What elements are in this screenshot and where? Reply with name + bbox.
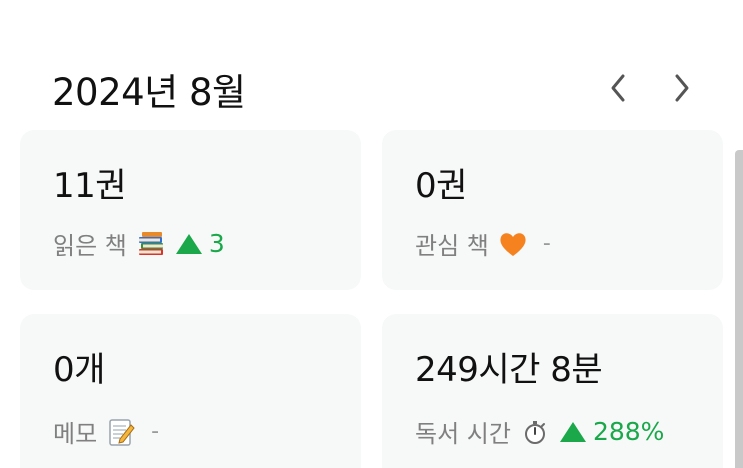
memo-icon bbox=[105, 417, 137, 447]
books-read-trend-value: 3 bbox=[208, 229, 225, 258]
stopwatch-icon bbox=[519, 417, 551, 447]
orange-heart-icon bbox=[497, 229, 529, 259]
reading-time-label: 독서 시간 bbox=[415, 420, 511, 448]
scrollbar[interactable] bbox=[735, 150, 743, 468]
chevron-right-icon bbox=[675, 74, 689, 102]
memos-trend: - bbox=[151, 419, 160, 444]
trend-up-icon bbox=[175, 233, 202, 254]
books-icon bbox=[135, 229, 167, 259]
books-read-count: 11권 bbox=[53, 166, 127, 206]
books-read-label: 읽은 책 bbox=[53, 232, 127, 260]
next-month-button[interactable] bbox=[668, 68, 696, 108]
interested-books-trend: - bbox=[542, 231, 551, 256]
reading-time-trend-value: 288% bbox=[592, 417, 665, 446]
interested-books-card[interactable]: 0권 관심 책 - bbox=[382, 130, 723, 290]
interested-books-label-row: 관심 책 - bbox=[415, 226, 551, 261]
monthly-reading-stats: 2024년 8월 11권 읽은 책 3 0권 관심 책 - 0개 메모 - 24… bbox=[0, 0, 743, 468]
books-read-card[interactable]: 11권 읽은 책 3 bbox=[20, 130, 361, 290]
memos-label-row: 메모 - bbox=[53, 414, 159, 449]
books-read-label-row: 읽은 책 3 bbox=[53, 226, 225, 261]
interested-books-count: 0권 bbox=[415, 166, 467, 206]
trend-up-icon bbox=[559, 421, 586, 442]
reading-time-value: 249시간 8분 bbox=[415, 350, 603, 390]
month-title: 2024년 8월 bbox=[52, 71, 246, 114]
memos-label: 메모 bbox=[53, 420, 98, 448]
reading-time-label-row: 독서 시간 288% bbox=[415, 414, 664, 449]
interested-books-label: 관심 책 bbox=[415, 232, 489, 260]
reading-time-trend: 288% bbox=[559, 417, 664, 446]
memos-card[interactable]: 0개 메모 - bbox=[20, 314, 361, 468]
memos-count: 0개 bbox=[53, 350, 105, 390]
previous-month-button[interactable] bbox=[604, 68, 632, 108]
books-read-trend: 3 bbox=[175, 229, 225, 258]
chevron-left-icon bbox=[611, 74, 625, 102]
reading-time-card[interactable]: 249시간 8분 독서 시간 288% bbox=[382, 314, 723, 468]
